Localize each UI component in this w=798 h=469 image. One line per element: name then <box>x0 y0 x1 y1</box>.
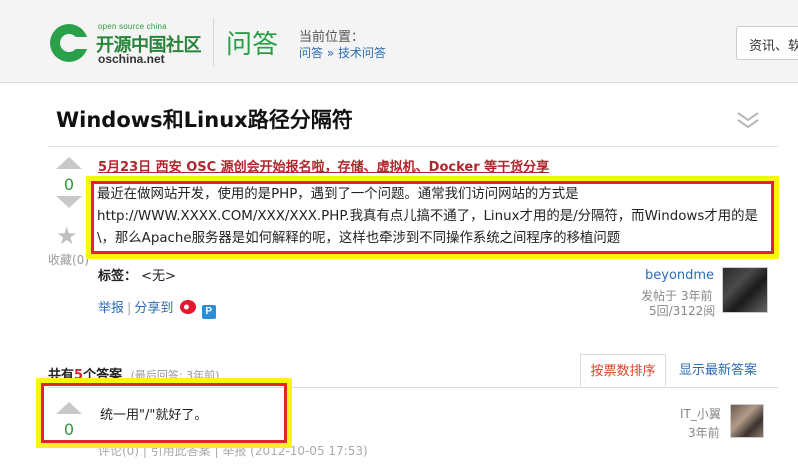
share-p-icon[interactable]: P <box>201 305 216 319</box>
site-header: open source china 开源中国社区 oschina.net 问答 … <box>0 0 798 83</box>
breadcrumb-home-link[interactable]: 问答 <box>299 46 323 60</box>
breadcrumb-label: 当前位置： <box>299 30 365 45</box>
answer-time: 3年前 <box>688 426 720 440</box>
breadcrumb: 问答 » 技术问答 <box>299 44 386 61</box>
downvote-arrow-icon[interactable] <box>56 196 82 208</box>
answer-avatar[interactable] <box>730 404 764 438</box>
author-name[interactable]: beyondme <box>645 268 714 283</box>
star-icon[interactable]: ★ <box>56 224 78 248</box>
breadcrumb-separator: » <box>326 46 335 60</box>
oschina-logo-icon[interactable] <box>48 22 90 64</box>
report-link[interactable]: 举报 <box>98 301 124 316</box>
question-vote-count: 0 <box>63 175 75 194</box>
breadcrumb-current-link[interactable]: 技术问答 <box>338 46 386 60</box>
question-stats: 5回/3122阅 <box>649 304 716 318</box>
answer-body: 统一用"/"就好了。 <box>100 408 208 423</box>
answer-author[interactable]: IT_小翼 <box>680 405 721 422</box>
header-divider <box>213 18 214 66</box>
collect-count[interactable]: 收藏(0) <box>48 251 89 268</box>
logo-tagline: open source china <box>98 22 167 31</box>
weibo-icon[interactable] <box>179 300 196 314</box>
search-input[interactable]: 资讯、软 <box>736 26 798 60</box>
tab-show-newest[interactable]: 显示最新答案 <box>670 354 766 387</box>
tags-value: <无> <box>141 269 176 284</box>
logo-url: oschina.net <box>98 52 165 66</box>
upvote-arrow-icon[interactable] <box>56 157 82 169</box>
question-actions: 举报 | 分享到 P <box>98 297 216 319</box>
tab-sort-by-votes[interactable]: 按票数排序 <box>580 354 666 387</box>
tags-label: 标签： <box>98 269 138 284</box>
tags-row: 标签： <无> <box>98 265 176 284</box>
question-title: Windows和Linux路径分隔符 <box>56 108 353 132</box>
chevron-down-icon[interactable] <box>736 110 760 130</box>
section-title[interactable]: 问答 <box>226 24 278 61</box>
title-divider <box>48 146 778 147</box>
promo-link[interactable]: 5月23日 西安 OSC 源创会开始报名啦，存储、虚拟机、Docker 等干货分… <box>98 156 549 175</box>
avatar[interactable] <box>722 267 768 313</box>
share-label: 分享到 <box>134 301 174 316</box>
question-body: 最近在做网站开发，使用的是PHP，遇到了一个问题。通常我们访问网站的方式是htt… <box>97 187 758 246</box>
